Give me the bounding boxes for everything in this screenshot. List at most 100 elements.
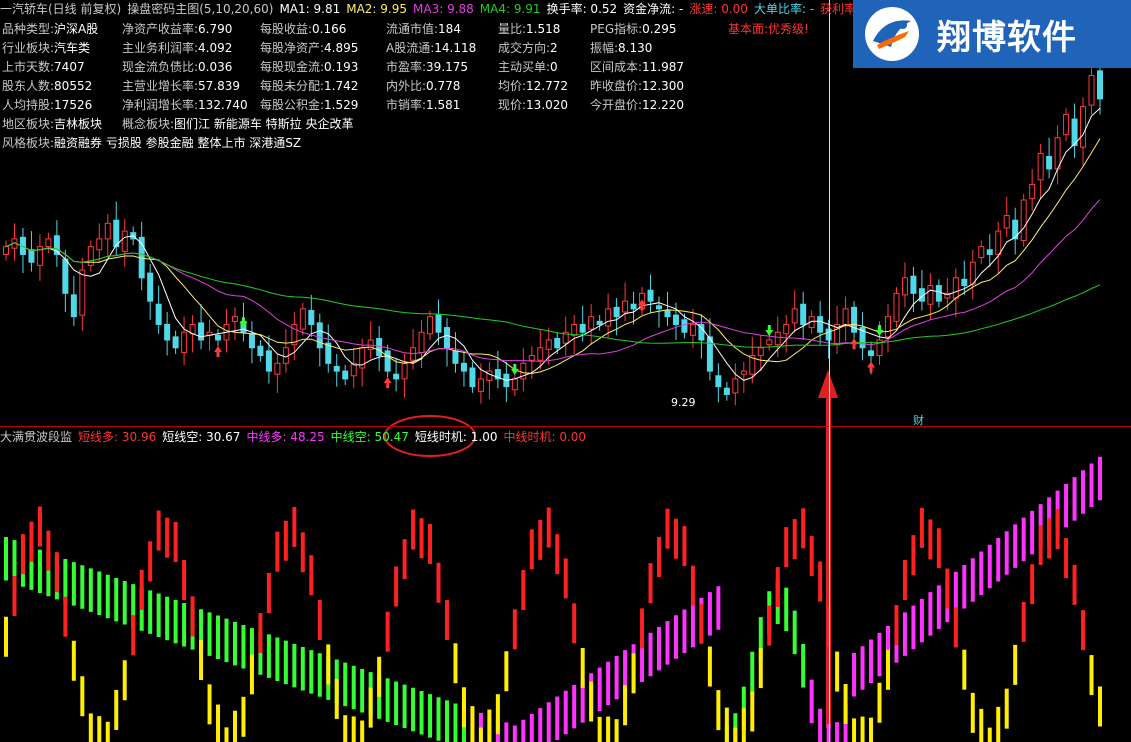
info-row: 上市天数:7407 现金流负债比:0.036 每股现金流:0.193 市盈率:39.1…	[2, 58, 842, 77]
info-value: 132.740	[198, 98, 248, 112]
candle-body	[172, 336, 179, 349]
info-cell: 每股净资产:4.895	[260, 39, 358, 58]
candle-body	[248, 333, 255, 349]
info-cell: 市盈率:39.175	[386, 58, 468, 77]
candle-body	[62, 258, 69, 294]
candle-body	[884, 316, 891, 338]
info-value: 优秀级!	[768, 22, 809, 36]
info-value: 0.193	[324, 60, 359, 74]
info-label: 市销率:	[386, 98, 427, 112]
logo-text: 翔博软件	[937, 17, 1077, 58]
candle-body	[452, 350, 459, 364]
candle-body	[689, 323, 696, 336]
candle-body	[155, 303, 162, 325]
candle-body	[1097, 70, 1103, 100]
candle-body	[198, 322, 205, 341]
candle-body	[113, 219, 120, 248]
candle-body	[995, 230, 1002, 255]
candle-body	[969, 261, 976, 285]
info-value: 沪深A股	[54, 22, 99, 36]
info-value: 融资融券 亏损股 参股金融 整体上市 深港通SZ	[54, 136, 302, 150]
candle-body	[181, 331, 188, 353]
info-value: 184	[438, 22, 461, 36]
candle-body	[537, 347, 544, 361]
info-row: 行业板块:汽车类 主业务利润率:4.092 每股净资产:4.895 A股流通:14.1…	[2, 39, 842, 58]
info-cell: 振幅:8.130	[590, 39, 652, 58]
info-cell: 股东人数:80552	[2, 77, 92, 96]
annotation-arrow-head-icon	[818, 370, 838, 398]
candle-body	[333, 365, 340, 372]
info-label: 每股净资产:	[260, 41, 325, 55]
candle-body	[681, 319, 688, 333]
info-label: 上市天数:	[2, 60, 55, 74]
candle-body	[901, 277, 908, 296]
candle-body	[486, 370, 493, 381]
stock-title: 一汽轿车(日线 前复权)	[0, 2, 122, 16]
info-cell: 昨收盘价:12.300	[590, 77, 684, 96]
candle-body	[596, 320, 603, 325]
info-label: 现价:	[498, 98, 527, 112]
candle-body	[927, 285, 934, 305]
info-cell: 主营业增长率:57.839	[122, 77, 240, 96]
candle-body	[460, 362, 467, 372]
candle-body	[265, 350, 272, 372]
candle-body	[28, 249, 35, 263]
info-label: 股东人数:	[2, 79, 55, 93]
info-label: 现金流负债比:	[122, 60, 199, 74]
short-short-value: 短线空: 30.67	[162, 430, 241, 444]
candle-body	[774, 331, 781, 346]
info-cell: PEG指标:0.295	[590, 20, 677, 39]
candle-body	[1037, 152, 1044, 181]
sell-arrow-icon	[765, 325, 774, 336]
candle-body	[1063, 113, 1070, 136]
info-value: 80552	[54, 79, 93, 93]
candle-body	[706, 336, 713, 372]
info-label: 行业板块:	[2, 41, 55, 55]
mid-long-value: 中线多: 48.25	[246, 430, 325, 444]
indicator-title: 大满贯波段监	[0, 430, 73, 444]
info-value: 吉林板块	[54, 117, 103, 131]
info-label: 均价:	[498, 79, 527, 93]
candle-body	[469, 367, 476, 388]
info-label: 主业务利润率:	[122, 41, 199, 55]
info-value: 0.778	[426, 79, 461, 93]
info-row: 品种类型:沪深A股 净资产收益率:6.790 每股收益:0.166 流通市值:184 量…	[2, 20, 842, 39]
info-cell: 每股现金流:0.193	[260, 58, 358, 77]
candle-body	[961, 278, 968, 287]
candle-body	[477, 378, 484, 392]
candle-body	[579, 323, 586, 333]
info-label: 净利润增长率:	[122, 98, 199, 112]
info-label: 每股现金流:	[260, 60, 325, 74]
info-value: 1.742	[324, 79, 359, 93]
candle-body	[308, 309, 315, 325]
candle-body	[282, 347, 289, 364]
candle-body	[96, 238, 103, 251]
fundamentals-panel: 品种类型:沪深A股 净资产收益率:6.790 每股收益:0.166 流通市值:184 量…	[2, 20, 842, 153]
candle-body	[757, 347, 764, 357]
logo-icon	[865, 7, 919, 61]
capital-flow-value: 资金净流: -	[623, 2, 684, 16]
cai-badge[interactable]: 财	[913, 412, 924, 428]
speed-value: 涨速: 0.00	[689, 2, 748, 16]
candle-body	[70, 294, 77, 318]
info-value: 6.790	[198, 22, 233, 36]
info-label: 地区板块:	[2, 117, 55, 131]
short-long-value: 短线多: 30.96	[78, 430, 157, 444]
candle-body	[316, 322, 323, 349]
candle-body	[842, 308, 849, 327]
candle-body	[1054, 137, 1061, 170]
candle-body	[427, 316, 434, 335]
info-value: 0.036	[198, 60, 233, 74]
mid-short-value: 中线空: 50.47	[330, 430, 409, 444]
candle-body	[554, 337, 561, 349]
candle-body	[978, 246, 985, 259]
candle-body	[121, 230, 128, 252]
info-label: 区间成本:	[590, 60, 643, 74]
info-cell: 成交方向:2	[498, 39, 558, 58]
info-cell: 区间成本:11.987	[590, 58, 684, 77]
candle-body	[1029, 183, 1036, 199]
info-value: 0	[550, 60, 558, 74]
stock-chart-window[interactable]: 一汽轿车(日线 前复权) 操盘密码主图(5,10,20,60) MA1: 9.81 M…	[0, 0, 1131, 742]
candle-body	[1020, 199, 1027, 241]
candle-body	[656, 305, 663, 310]
